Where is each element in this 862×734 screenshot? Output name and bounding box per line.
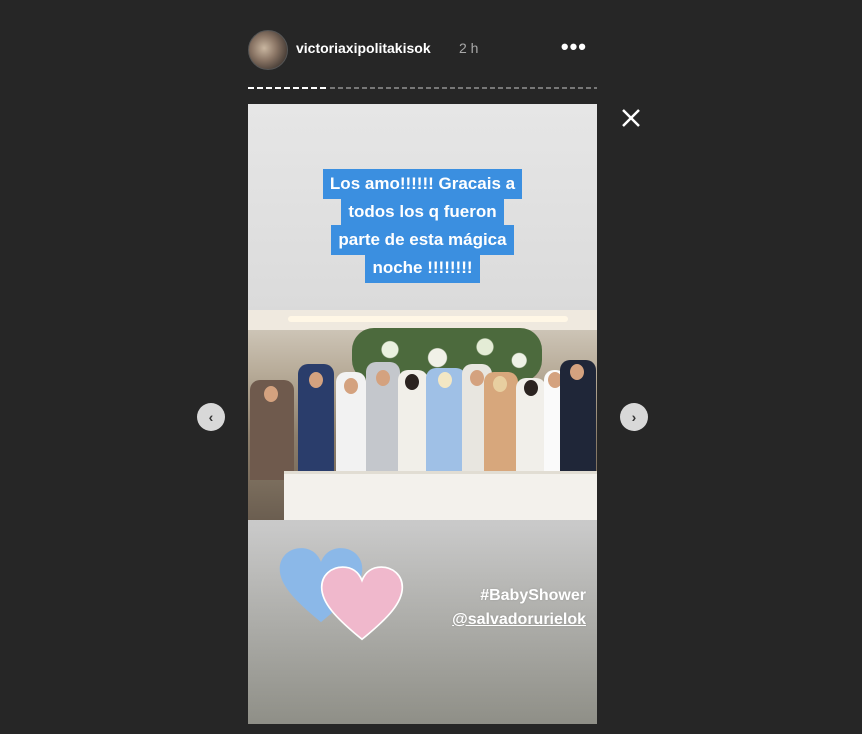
time-ago: 2 h — [459, 40, 479, 56]
caption-line: parte de esta mágica — [331, 225, 514, 255]
tag-block: #BabyShower @salvadorurielok — [416, 584, 586, 632]
close-icon — [622, 109, 640, 127]
ceiling — [248, 310, 597, 330]
close-button[interactable] — [619, 106, 643, 130]
dessert-table — [284, 471, 597, 520]
progress-segment-remaining — [330, 87, 597, 89]
more-options-button[interactable]: ••• — [561, 34, 587, 60]
caption-line: noche !!!!!!!! — [365, 253, 480, 283]
username[interactable]: victoriaxipolitakisok — [296, 40, 431, 56]
story-stickers: #BabyShower @salvadorurielok — [248, 520, 597, 724]
story-header: victoriaxipolitakisok 2 h ••• — [248, 28, 597, 70]
story-progress-bar — [248, 87, 597, 89]
progress-segment-current — [248, 87, 328, 89]
avatar[interactable] — [248, 30, 288, 70]
story-media[interactable]: Los amo!!!!!! Gracais a todos los q fuer… — [248, 104, 597, 724]
caption-line: Los amo!!!!!! Gracais a — [322, 169, 523, 199]
heart-icon — [320, 566, 404, 641]
caption-line: todos los q fueron — [341, 197, 504, 227]
hashtag-link[interactable]: #BabyShower — [416, 584, 586, 608]
group-photo — [248, 310, 597, 520]
next-story-button[interactable]: › — [620, 403, 648, 431]
chevron-right-icon: › — [631, 409, 637, 425]
previous-story-button[interactable]: ‹ — [197, 403, 225, 431]
chevron-left-icon: ‹ — [208, 409, 214, 425]
mention-link[interactable]: @salvadorurielok — [416, 608, 586, 632]
story-caption: Los amo!!!!!! Gracais a todos los q fuer… — [248, 169, 597, 283]
